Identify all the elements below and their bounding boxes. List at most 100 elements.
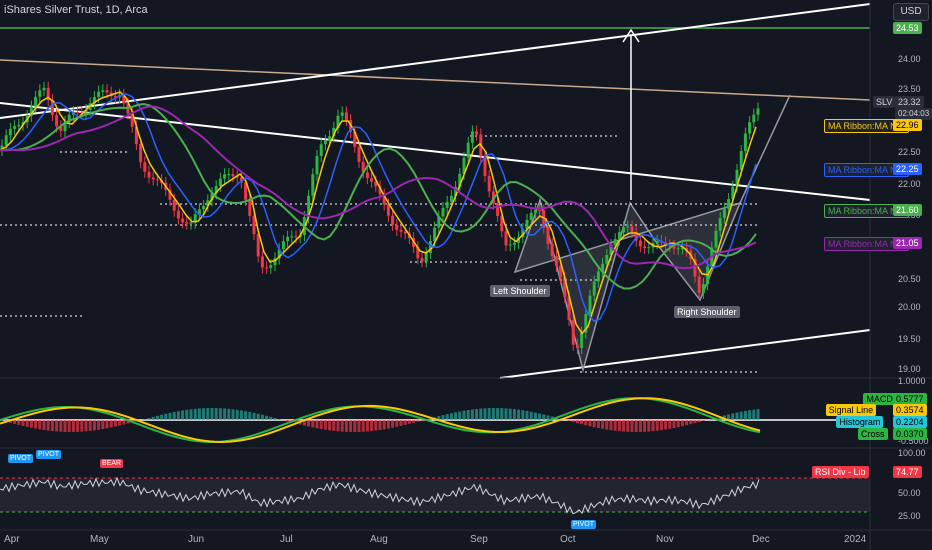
candle-body [504,231,508,246]
macd-histogram-bar [739,411,743,420]
macd-histogram-bar [109,420,113,428]
candle-body [231,174,235,177]
macd-histogram-bar [231,409,235,420]
candle-body [655,240,659,244]
candle-body [743,133,747,152]
candle-body [617,232,621,240]
macd-histogram-bar [202,408,206,420]
macd-label-value: 0.3574 [893,404,927,416]
macd-histogram-bar [626,420,630,432]
candle-body [643,246,647,248]
currency-button[interactable]: USD [893,3,929,21]
candle-body [529,212,533,220]
candle-body [294,236,298,238]
candle-body [147,171,151,178]
macd-histogram-bar [407,420,411,424]
macd-histogram-bar [517,409,521,420]
price-tick: 23.50 [898,84,921,94]
candle-body [546,227,550,244]
macd-histogram-bar [113,420,117,427]
candle-body [55,115,59,127]
macd-histogram-bar [643,420,647,432]
macd-histogram-bar [63,420,67,432]
ma-line [0,93,757,322]
macd-histogram-bar [634,420,638,432]
macd-histogram-bar [59,420,63,432]
price-tick: 22.00 [898,179,921,189]
price-tick: 19.50 [898,334,921,344]
macd-histogram-bar [181,410,185,420]
time-tick: Jul [280,534,293,545]
macd-histogram-bar [244,411,248,420]
macd-histogram-bar [680,420,684,427]
candle-body [181,218,185,223]
bear-marker: BEAR [100,459,124,468]
candle-body [8,128,12,136]
macd-histogram-bar [122,420,126,425]
candle-body [748,122,752,134]
macd-histogram-bar [378,420,382,430]
macd-histogram-bar [315,420,319,429]
macd-histogram-bar [365,420,369,432]
candle-body [218,178,222,187]
lower-channel-line [499,329,871,379]
ma-line [0,105,757,270]
macd-histogram-bar [655,420,659,431]
candle-body [260,256,264,268]
candle-body [319,144,323,157]
macd-histogram-bar [349,420,353,432]
candle-body [328,136,332,141]
candle-body [151,177,155,180]
left-shoulder-label: Left Shoulder [490,285,550,297]
rsi-tick: 50.00 [898,488,921,498]
candle-body [370,178,374,182]
candle-body [596,271,600,282]
macd-histogram-bar [46,420,50,431]
macd-histogram-bar [416,420,420,422]
macd-histogram-bar [84,420,88,432]
macd-histogram-bar [613,420,617,431]
rsi-label: RSI Div - Lib [812,466,869,478]
candle-body [701,284,705,293]
macd-histogram-bar [475,408,479,420]
macd-histogram-bar [76,420,80,432]
macd-histogram-bar [701,420,705,421]
candle-body [185,222,189,224]
chart-title: iShares Silver Trust, 1D, Arca [4,4,148,16]
candle-body [34,96,38,107]
candle-body [638,240,642,247]
macd-histogram-bar [449,413,453,420]
macd-histogram-bar [277,419,281,420]
candle-body [223,174,227,179]
macd-pane [0,397,761,443]
macd-histogram-bar [286,420,290,422]
macd-histogram-bar [214,408,218,420]
macd-histogram-bar [596,420,600,429]
macd-histogram-bar [143,419,147,420]
time-tick: Dec [752,534,770,545]
macd-histogram-bar [454,412,458,420]
candle-body [533,209,537,213]
macd-histogram-bar [441,415,445,420]
candle-body [630,226,634,232]
candle-body [97,91,101,97]
macd-histogram-bar [353,420,357,432]
macd-histogram-bar [25,420,29,427]
macd-label-value: 0.0370 [893,428,927,440]
macd-label-name: Signal Line [825,404,877,416]
candle-body [344,112,348,121]
macd-histogram-bar [357,420,361,432]
macd-histogram-bar [567,420,571,421]
macd-histogram-bar [92,420,96,431]
macd-histogram-bar [328,420,332,431]
rsi-tick: 25.00 [898,511,921,521]
current-price-label: 23.32 [895,96,924,108]
macd-histogram-bar [445,414,449,420]
candle-body [626,226,630,228]
macd-histogram-bar [399,420,403,426]
candle-body [475,131,479,135]
macd-histogram-bar [571,420,575,423]
ma-label-value: 21.60 [893,204,922,216]
macd-histogram-bar [617,420,621,432]
chart-canvas[interactable] [0,0,932,550]
